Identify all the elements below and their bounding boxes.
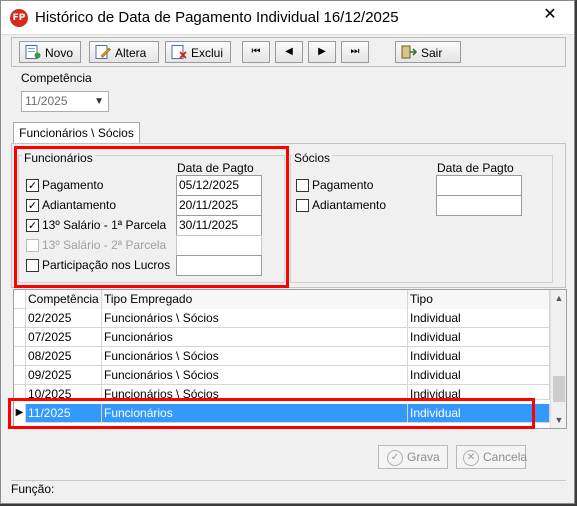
tab-funcionarios-socios[interactable]: Funcionários \ Sócios (13, 122, 140, 144)
delete-document-icon (171, 44, 187, 59)
cell-competencia: 07/2025 (26, 328, 102, 347)
cell-competencia: 02/2025 (26, 309, 102, 328)
socios-pagamento-checkbox[interactable] (296, 179, 309, 192)
column-header-tipo-empregado[interactable]: Tipo Empregado (102, 290, 408, 309)
cell-competencia: 09/2025 (26, 366, 102, 385)
scroll-thumb[interactable] (553, 376, 565, 402)
socios-pagamento-date[interactable] (436, 175, 522, 196)
scroll-down-icon[interactable]: ▼ (551, 412, 566, 428)
row-indicator-cell (14, 366, 26, 385)
altera-button[interactable]: Altera (89, 41, 159, 63)
row-indicator-cell (14, 328, 26, 347)
grid-vertical-scrollbar[interactable]: ▲ ▼ (550, 290, 566, 428)
grava-button[interactable]: ✓ Grava (378, 445, 448, 469)
edit-document-icon (95, 44, 111, 59)
main-window: FP Histórico de Data de Pagamento Indivi… (0, 0, 575, 504)
column-header-tipo[interactable]: Tipo (408, 290, 550, 309)
sair-label: Sair (421, 45, 443, 60)
first-record-button[interactable]: ⏮ (242, 41, 270, 63)
window-title: Histórico de Data de Pagamento Individua… (35, 9, 399, 26)
header-indicator-cell (14, 290, 26, 309)
row-indicator-cell (14, 347, 26, 366)
cancela-button[interactable]: ✕ Cancela (456, 445, 528, 469)
table-row[interactable]: 07/2025 Funcionários Individual (14, 328, 550, 347)
competencia-value: 11/2025 (25, 94, 68, 108)
scroll-up-icon[interactable]: ▲ (551, 290, 566, 306)
socios-date-header: Data de Pagto (437, 161, 514, 175)
funcionarios-highlight-box (14, 146, 289, 288)
row-indicator-cell (14, 309, 26, 328)
title-bar[interactable]: FP Histórico de Data de Pagamento Indivi… (1, 1, 574, 35)
close-button[interactable]: ✕ (530, 3, 570, 29)
cancel-icon: ✕ (463, 449, 479, 466)
competencia-select[interactable]: 11/2025 ▼ (21, 91, 109, 112)
new-document-icon (25, 44, 41, 59)
grava-label: Grava (407, 450, 440, 464)
status-bar: Função: (11, 480, 566, 498)
exit-icon (401, 45, 418, 59)
selected-row-highlight-box (8, 398, 535, 429)
cell-tipo: Individual (408, 347, 550, 366)
cell-tipo: Individual (408, 366, 550, 385)
column-header-competencia[interactable]: Competência (26, 290, 102, 309)
altera-label: Altera (115, 45, 147, 60)
socios-adiantamento-checkbox[interactable] (296, 199, 309, 212)
socios-adiantamento-date[interactable] (436, 195, 522, 216)
cell-tipo: Individual (408, 328, 550, 347)
cell-competencia: 08/2025 (26, 347, 102, 366)
cell-tipo-empregado: Funcionários \ Sócios (102, 347, 408, 366)
table-row[interactable]: 09/2025 Funcionários \ Sócios Individual (14, 366, 550, 385)
novo-button[interactable]: Novo (19, 41, 81, 63)
grid-header-row: Competência Tipo Empregado Tipo (14, 290, 550, 309)
cancela-label: Cancela (483, 450, 528, 464)
sair-button[interactable]: Sair (395, 41, 461, 63)
funcao-label: Função: (11, 482, 55, 496)
toolbar: Novo Altera Exclui ⏮ ◀ ▶ ⏭ Sair (11, 37, 566, 67)
last-record-button[interactable]: ⏭ (341, 41, 369, 63)
table-row[interactable]: 08/2025 Funcionários \ Sócios Individual (14, 347, 550, 366)
socios-pagamento-label: Pagamento (312, 178, 374, 192)
next-record-button[interactable]: ▶ (308, 41, 336, 63)
cell-tipo-empregado: Funcionários \ Sócios (102, 366, 408, 385)
cell-tipo-empregado: Funcionários (102, 328, 408, 347)
check-icon: ✓ (387, 449, 403, 466)
previous-record-button[interactable]: ◀ (275, 41, 303, 63)
novo-label: Novo (45, 45, 74, 60)
app-logo-icon: FP (10, 9, 28, 27)
exclui-label: Exclui (191, 45, 224, 60)
exclui-button[interactable]: Exclui (165, 41, 231, 63)
socios-adiantamento-label: Adiantamento (312, 198, 387, 212)
cell-tipo: Individual (408, 309, 550, 328)
socios-group-label: Sócios (292, 151, 333, 165)
cell-tipo-empregado: Funcionários \ Sócios (102, 309, 408, 328)
chevron-down-icon: ▼ (94, 96, 104, 107)
table-row[interactable]: 02/2025 Funcionários \ Sócios Individual (14, 309, 550, 328)
competencia-label: Competência (21, 71, 92, 85)
